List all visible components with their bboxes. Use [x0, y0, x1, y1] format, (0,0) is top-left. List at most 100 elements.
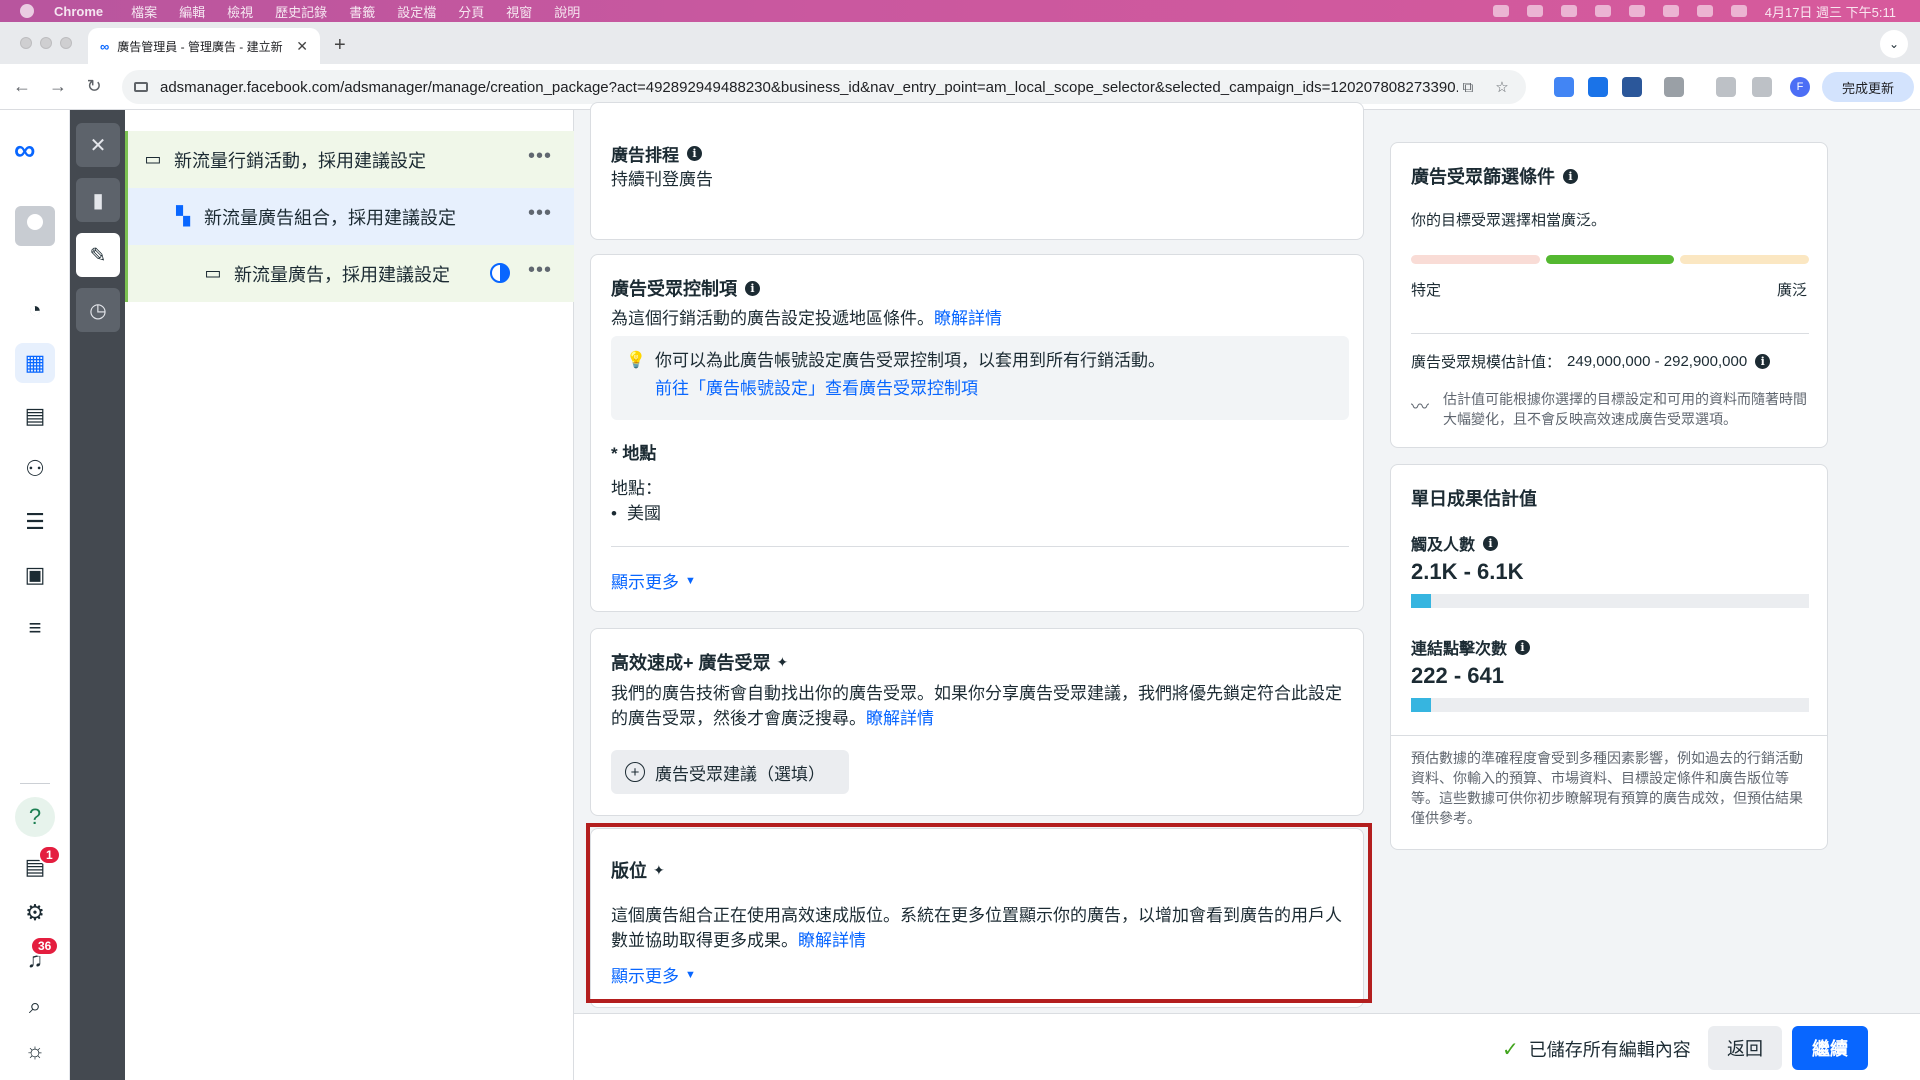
reach-label-text: 觸及人數 [1411, 537, 1476, 554]
bar-chart-icon[interactable]: ▮ [76, 178, 120, 222]
adset-more-icon[interactable]: ••• [528, 202, 552, 225]
back-arrow-icon[interactable]: ← [8, 76, 36, 97]
side-panel-icon[interactable] [1752, 77, 1772, 97]
extensions-puzzle-icon[interactable] [1664, 77, 1684, 97]
menu-history[interactable]: 歷史記錄 [275, 2, 327, 21]
info-icon[interactable]: i [1563, 168, 1578, 184]
account-settings-link[interactable]: 前往「廣告帳號設定」查看廣告受眾控制項 [655, 374, 1333, 404]
install-app-icon[interactable]: ⧉ [1458, 79, 1478, 96]
ads-manager-nav-rail: ∞ ◔ ▦ ▤ ⚇ ☰ ▣ ≡ ? ▤ 1 ⚙ ♫ 36 ⌕ ☼ [0, 110, 70, 1080]
dashboard-gauge-icon[interactable]: ◔ [15, 290, 55, 330]
tip-text: 你可以為此廣告帳號設定廣告受眾控制項，以套用到所有行銷活動。 [655, 351, 1165, 370]
control-center-icon[interactable] [1696, 5, 1713, 17]
menu-profiles[interactable]: 設定檔 [397, 2, 436, 21]
continue-button[interactable]: 繼續 [1792, 1026, 1868, 1070]
siri-icon[interactable] [1730, 5, 1747, 17]
audience-disclaimer: 估計值可能根據你選擇的目標設定和可用的資料而隨著時間大幅變化，且不會反映高效速成… [1443, 391, 1807, 427]
minimize-window-button[interactable] [40, 37, 52, 49]
reading-list-icon[interactable] [1716, 77, 1736, 97]
search-icon[interactable]: ⌕ [15, 986, 55, 1026]
forward-arrow-icon[interactable]: → [44, 76, 72, 97]
bug-report-icon[interactable]: ☼ [15, 1031, 55, 1071]
history-clock-icon[interactable]: ◷ [76, 288, 120, 332]
ad-name: 新流量廣告，採用建議設定 [234, 264, 450, 285]
status-icons: 4月17日 週三 下午5:11 [1492, 2, 1896, 21]
record-icon[interactable] [1526, 5, 1543, 17]
menu-tab[interactable]: 分頁 [458, 2, 484, 21]
calendar-icon[interactable] [1560, 5, 1577, 17]
audience-show-more-button[interactable]: 顯示更多 ▼ [611, 568, 696, 593]
new-tab-button[interactable]: + [334, 34, 346, 57]
update-chrome-button[interactable]: 完成更新 [1822, 72, 1914, 102]
site-info-icon[interactable] [134, 82, 148, 92]
apple-icon[interactable] [20, 4, 34, 18]
translate-extension-icon[interactable] [1588, 77, 1608, 97]
macos-menubar: Chrome 檔案 編輯 檢視 歷史記錄 書籤 設定檔 分頁 視窗 說明 4月1… [0, 0, 1920, 22]
clicks-label: 連結點擊次數 i [1411, 635, 1531, 659]
learn-more-link[interactable]: 瞭解詳情 [866, 709, 934, 728]
audience-summary: 你的目標受眾選擇相當廣泛。 [1411, 212, 1607, 229]
meta-logo-icon[interactable]: ∞ [14, 134, 35, 168]
audience-size-label: 廣告受眾規模估計值： [1411, 354, 1562, 371]
tree-adset-item[interactable]: ▚ 新流量廣告組合，採用建議設定 ••• [125, 188, 574, 245]
url-text[interactable]: adsmanager.facebook.com/adsmanager/manag… [160, 79, 1458, 96]
menu-edit[interactable]: 編輯 [179, 2, 205, 21]
spotlight-icon[interactable] [1662, 5, 1679, 17]
menu-view[interactable]: 檢視 [227, 2, 253, 21]
info-icon[interactable]: i [745, 280, 760, 296]
line-icon[interactable] [1492, 5, 1509, 17]
settings-gear-icon[interactable]: ⚙ [15, 893, 55, 933]
close-window-button[interactable] [20, 37, 32, 49]
bookmark-star-icon[interactable]: ☆ [1492, 78, 1512, 96]
tree-ad-item[interactable]: ▭ 新流量廣告，採用建議設定 ••• [125, 245, 574, 302]
media-library-icon[interactable]: ▣ [15, 555, 55, 595]
menu-help[interactable]: 說明 [554, 2, 580, 21]
extension-3-icon[interactable] [1622, 77, 1642, 97]
ad-status-halfcircle-icon[interactable] [490, 263, 510, 283]
info-icon[interactable]: i [1755, 354, 1771, 369]
billing-icon[interactable]: ☰ [15, 502, 55, 542]
audiences-icon[interactable]: ⚇ [15, 449, 55, 489]
profile-avatar[interactable]: F [1790, 77, 1810, 97]
tree-campaign-item[interactable]: ▭ 新流量行銷活動，採用建議設定 ••• [125, 131, 574, 188]
close-editor-icon[interactable]: ✕ [76, 123, 120, 167]
audience-controls-title-text: 廣告受眾控制項 [611, 279, 737, 299]
tab-search-button[interactable]: ⌄ [1880, 30, 1908, 58]
campaign-more-icon[interactable]: ••• [528, 145, 552, 168]
menubar-clock[interactable]: 4月17日 週三 下午5:11 [1765, 2, 1896, 21]
menu-bookmarks[interactable]: 書籤 [349, 2, 375, 21]
browser-tab-active[interactable]: ∞ 廣告管理員 - 管理廣告 - 建立新 ✕ [88, 28, 320, 64]
ad-more-icon[interactable]: ••• [528, 259, 552, 282]
reports-icon[interactable]: ▤ [15, 396, 55, 436]
menu-app-name[interactable]: Chrome [54, 4, 103, 19]
edit-pencil-icon[interactable]: ✎ [76, 233, 120, 277]
reach-bar-fill [1411, 594, 1431, 608]
meter-segment-specific [1411, 255, 1540, 264]
help-icon[interactable]: ? [15, 797, 55, 837]
audience-controls-tip: 💡 你可以為此廣告帳號設定廣告受眾控制項，以套用到所有行銷活動。 前往「廣告帳號… [611, 336, 1349, 420]
wifi-icon[interactable] [1628, 5, 1645, 17]
divider [1391, 735, 1827, 736]
address-bar[interactable]: adsmanager.facebook.com/adsmanager/manag… [122, 70, 1526, 104]
grid-icon: ▚ [176, 206, 190, 226]
add-circle-icon: + [625, 762, 645, 782]
learn-more-link[interactable]: 瞭解詳情 [934, 309, 1002, 328]
info-icon[interactable]: i [687, 146, 702, 161]
extension-1-icon[interactable] [1554, 77, 1574, 97]
reload-icon[interactable]: ↻ [80, 76, 108, 97]
bullet: • [611, 504, 617, 523]
info-icon[interactable]: i [1483, 535, 1499, 551]
zoom-window-button[interactable] [60, 37, 72, 49]
battery-icon[interactable] [1594, 5, 1611, 17]
back-button[interactable]: 返回 [1708, 1026, 1782, 1070]
advantage-audience-title: 高效速成+ 廣告受眾 ✦ [611, 649, 788, 675]
menu-window[interactable]: 視窗 [506, 2, 532, 21]
account-avatar[interactable] [15, 206, 55, 246]
close-tab-icon[interactable]: ✕ [296, 38, 308, 55]
lightbulb-icon: 💡 [626, 352, 646, 369]
campaigns-table-icon[interactable]: ▦ [15, 343, 55, 383]
menu-file[interactable]: 檔案 [131, 2, 157, 21]
info-icon[interactable]: i [1515, 639, 1531, 655]
all-tools-menu-icon[interactable]: ≡ [15, 608, 55, 648]
audience-suggestion-button[interactable]: + 廣告受眾建議（選填） [611, 750, 849, 794]
